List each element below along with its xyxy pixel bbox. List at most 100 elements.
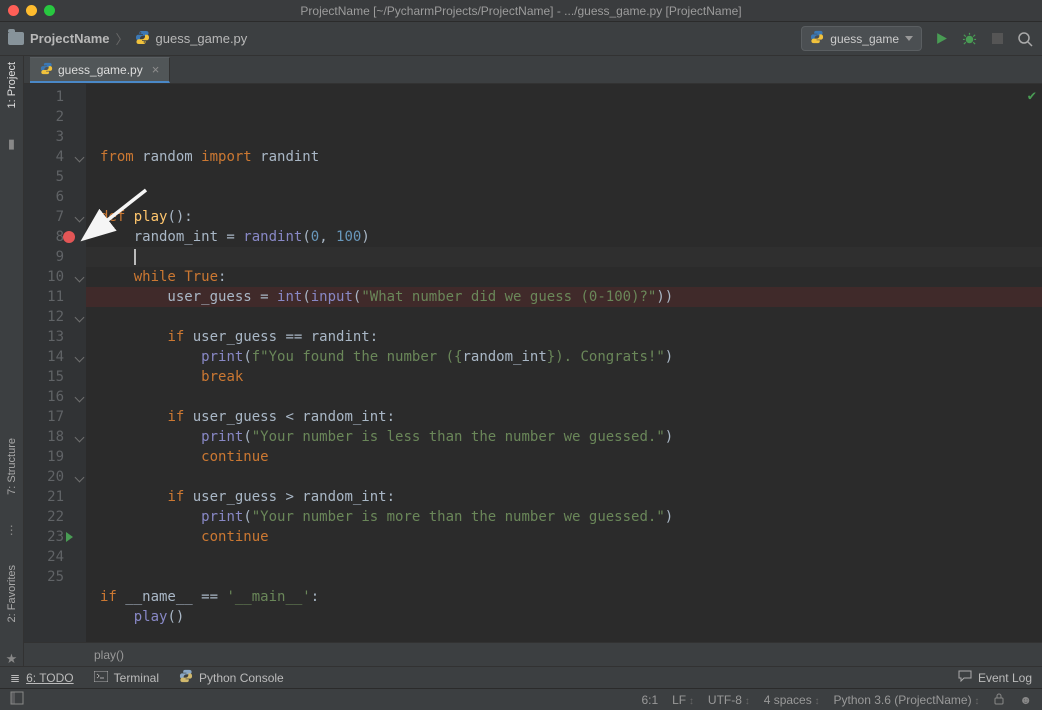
gutter-line[interactable]: 19	[24, 447, 86, 467]
code-line[interactable]: from random import randint	[86, 147, 1042, 167]
maximize-window-button[interactable]	[44, 5, 55, 16]
code-line[interactable]: continue	[86, 447, 1042, 467]
tool-terminal[interactable]: Terminal	[94, 671, 159, 685]
tab-label: guess_game.py	[58, 63, 143, 77]
gutter-line[interactable]: 23	[24, 527, 86, 547]
structure-icon[interactable]: ⋮	[6, 523, 18, 537]
code-line[interactable]: def play():	[86, 207, 1042, 227]
code-editor[interactable]: 1234567891011121314151617181920212223242…	[24, 84, 1042, 642]
close-tab-button[interactable]: ×	[148, 62, 160, 77]
tab-guess-game[interactable]: guess_game.py ×	[30, 57, 170, 83]
status-indent[interactable]: 4 spaces	[764, 693, 820, 707]
titlebar: ProjectName [~/PycharmProjects/ProjectNa…	[0, 0, 1042, 22]
code-line[interactable]: if __name__ == '__main__':	[86, 587, 1042, 607]
code-line[interactable]: print("Your number is less than the numb…	[86, 427, 1042, 447]
code-line[interactable]: continue	[86, 527, 1042, 547]
gutter-line[interactable]: 21	[24, 487, 86, 507]
status-line-ending[interactable]: LF	[672, 693, 694, 707]
gutter-line[interactable]: 2	[24, 107, 86, 127]
tool-windows-button[interactable]	[10, 691, 24, 708]
code-line[interactable]: if user_guess < random_int:	[86, 407, 1042, 427]
breadcrumb[interactable]: ProjectName 〉 guess_game.py	[8, 29, 247, 48]
gutter-line[interactable]: 10	[24, 267, 86, 287]
tool-structure[interactable]: 7: Structure	[6, 438, 18, 495]
code-line[interactable]: random_int = randint(0, 100)	[86, 227, 1042, 247]
search-button[interactable]	[1016, 30, 1034, 48]
code-line[interactable]	[86, 167, 1042, 187]
tool-todo[interactable]: ≣ 6: TODO	[10, 671, 74, 685]
speech-bubble-icon	[958, 670, 972, 685]
gutter-line[interactable]: 24	[24, 547, 86, 567]
status-encoding[interactable]: UTF-8	[708, 693, 750, 707]
code-line[interactable]	[86, 247, 1042, 267]
status-caret-pos[interactable]: 6:1	[641, 693, 658, 707]
python-file-icon	[135, 30, 150, 48]
star-icon[interactable]: ★	[6, 651, 18, 667]
code-area[interactable]: ✔ from random import randintdef play(): …	[86, 84, 1042, 642]
code-line[interactable]	[86, 307, 1042, 327]
gutter-line[interactable]: 8	[24, 227, 86, 247]
close-window-button[interactable]	[8, 5, 19, 16]
code-line[interactable]: user_guess = int(input("What number did …	[86, 287, 1042, 307]
stop-button[interactable]	[988, 30, 1006, 48]
minimize-window-button[interactable]	[26, 5, 37, 16]
gutter-line[interactable]: 12	[24, 307, 86, 327]
gutter-line[interactable]: 3	[24, 127, 86, 147]
gutter-line[interactable]: 18	[24, 427, 86, 447]
list-icon: ≣	[10, 671, 20, 685]
editor-scope-crumb[interactable]: play()	[24, 642, 1042, 666]
run-button[interactable]	[932, 30, 950, 48]
tool-project[interactable]: 1: Project	[6, 62, 18, 108]
code-line[interactable]	[86, 467, 1042, 487]
gutter-line[interactable]: 22	[24, 507, 86, 527]
chevron-down-icon	[905, 36, 913, 41]
code-line[interactable]: while True:	[86, 267, 1042, 287]
code-line[interactable]: play()	[86, 607, 1042, 627]
python-file-icon	[40, 62, 53, 78]
tool-favorites[interactable]: 2: Favorites	[6, 565, 18, 622]
status-bar: 6:1 LF UTF-8 4 spaces Python 3.6 (Projec…	[0, 688, 1042, 710]
python-file-icon	[810, 30, 824, 47]
python-icon	[179, 669, 193, 686]
gutter-line[interactable]: 17	[24, 407, 86, 427]
gutter[interactable]: 1234567891011121314151617181920212223242…	[24, 84, 86, 642]
chevron-right-icon: 〉	[115, 29, 128, 48]
gutter-line[interactable]: 15	[24, 367, 86, 387]
inspector-icon[interactable]: ☻	[1019, 693, 1032, 707]
debug-button[interactable]	[960, 30, 978, 48]
scope-label: play()	[94, 648, 124, 662]
code-line[interactable]	[86, 567, 1042, 587]
code-line[interactable]: print("Your number is more than the numb…	[86, 507, 1042, 527]
gutter-line[interactable]: 9	[24, 247, 86, 267]
window-controls	[8, 5, 55, 16]
gutter-line[interactable]: 20	[24, 467, 86, 487]
inspection-ok-icon: ✔	[1028, 86, 1036, 106]
gutter-line[interactable]: 4	[24, 147, 86, 167]
code-line[interactable]	[86, 187, 1042, 207]
gutter-line[interactable]: 7	[24, 207, 86, 227]
gutter-line[interactable]: 13	[24, 327, 86, 347]
code-line[interactable]	[86, 547, 1042, 567]
terminal-icon	[94, 671, 108, 685]
code-line[interactable]: if user_guess > random_int:	[86, 487, 1042, 507]
code-line[interactable]: print(f"You found the number ({random_in…	[86, 347, 1042, 367]
code-line[interactable]: break	[86, 367, 1042, 387]
project-icon[interactable]: ▮	[8, 136, 15, 152]
status-interpreter[interactable]: Python 3.6 (ProjectName)	[834, 693, 980, 707]
gutter-line[interactable]: 5	[24, 167, 86, 187]
navigation-bar: ProjectName 〉 guess_game.py guess_game	[0, 22, 1042, 56]
run-config-selector[interactable]: guess_game	[801, 26, 922, 51]
tool-event-log[interactable]: Event Log	[958, 670, 1032, 685]
lock-icon[interactable]	[993, 692, 1005, 708]
gutter-line[interactable]: 1	[24, 87, 86, 107]
code-line[interactable]	[86, 387, 1042, 407]
window-title: ProjectName [~/PycharmProjects/ProjectNa…	[0, 4, 1042, 18]
gutter-line[interactable]: 25	[24, 567, 86, 587]
gutter-line[interactable]: 11	[24, 287, 86, 307]
tool-python-console[interactable]: Python Console	[179, 669, 284, 686]
gutter-line[interactable]: 6	[24, 187, 86, 207]
code-line[interactable]: if user_guess == randint:	[86, 327, 1042, 347]
gutter-line[interactable]: 16	[24, 387, 86, 407]
breadcrumb-project: ProjectName	[30, 31, 109, 46]
gutter-line[interactable]: 14	[24, 347, 86, 367]
